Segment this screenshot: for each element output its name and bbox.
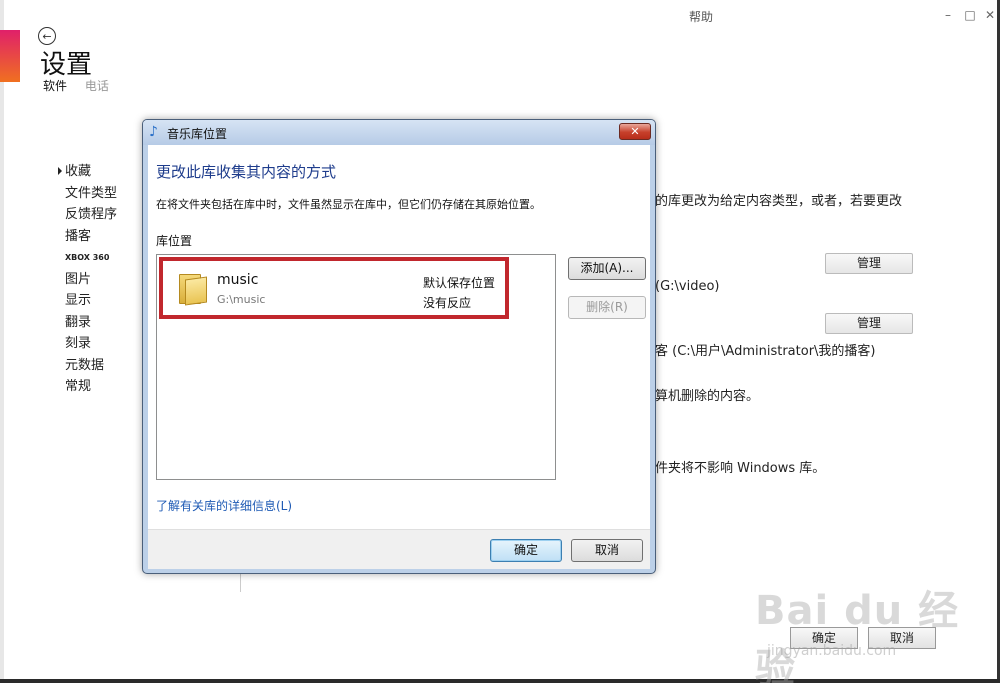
sidebar-item-rip[interactable]: 翻录 <box>58 312 117 334</box>
tab-phone[interactable]: 电话 <box>85 79 109 93</box>
default-save-location-label: 默认保存位置 <box>423 276 496 290</box>
watermark-url: jingyan.baidu.com <box>767 643 897 659</box>
app-accent-strip <box>0 30 20 82</box>
watermark: Bai du 经验 <box>755 588 960 683</box>
back-button[interactable]: ← <box>38 27 56 45</box>
music-note-icon: ♪ <box>149 124 158 140</box>
window-close-icon[interactable]: ✕ <box>982 8 998 22</box>
restore-icon[interactable]: □ <box>962 8 978 22</box>
sidebar-item-feedback[interactable]: 反馈程序 <box>58 204 117 226</box>
location-name: music <box>217 272 259 288</box>
dialog-heading: 更改此库收集其内容的方式 <box>156 163 337 181</box>
bg-library-note: 件夹将不影响 Windows 库。 <box>655 461 826 476</box>
dialog-footer: 确定 取消 <box>148 529 650 569</box>
arrow-left-icon: ← <box>42 29 52 43</box>
bg-description: 的库更改为给定内容类型，或者，若要更改 <box>655 194 903 209</box>
bg-podcast-path: 客 (C:\用户\Administrator\我的播客) <box>655 344 876 359</box>
add-button[interactable]: 添加(A)... <box>568 257 646 280</box>
page-title: 设置 <box>40 50 93 80</box>
list-item[interactable]: music G:\music 默认保存位置 没有反应 <box>161 260 507 321</box>
library-locations-list[interactable]: music G:\music 默认保存位置 没有反应 <box>156 254 556 480</box>
divider <box>240 572 241 592</box>
sidebar-item-podcasts[interactable]: 播客 <box>58 226 117 248</box>
dialog-close-button[interactable]: ✕ <box>619 123 651 140</box>
ok-button[interactable]: 确定 <box>490 539 562 562</box>
settings-sidebar: 收藏 文件类型 反馈程序 播客 XBOX 360 图片 显示 翻录 刻录 元数据… <box>58 161 117 398</box>
dialog-content: 更改此库收集其内容的方式 在将文件夹包括在库中时，文件虽然显示在库中，但它们仍存… <box>148 145 650 529</box>
sidebar-item-pictures[interactable]: 图片 <box>58 269 117 291</box>
folder-icon <box>179 274 207 306</box>
sidebar-item-file-types[interactable]: 文件类型 <box>58 183 117 205</box>
music-library-dialog: ♪ 音乐库位置 ✕ 更改此库收集其内容的方式 在将文件夹包括在库中时，文件虽然显… <box>142 119 656 574</box>
help-link[interactable]: 帮助 <box>689 8 713 25</box>
subnav: 软件 电话 <box>43 77 123 94</box>
minimize-icon[interactable]: – <box>940 8 956 22</box>
dialog-title: 音乐库位置 <box>167 127 228 141</box>
sidebar-item-xbox[interactable]: XBOX 360 <box>58 247 117 269</box>
tab-software[interactable]: 软件 <box>43 79 67 93</box>
bg-delete-note: 算机删除的内容。 <box>655 389 760 404</box>
manage-podcast-button[interactable]: 管理 <box>825 313 913 334</box>
status-note: 没有反应 <box>423 296 472 310</box>
sidebar-item-collection[interactable]: 收藏 <box>58 161 117 183</box>
dialog-description: 在将文件夹包括在库中时，文件虽然显示在库中，但它们仍存储在其原始位置。 <box>156 198 541 211</box>
sidebar-item-general[interactable]: 常规 <box>58 376 117 398</box>
bg-video-path: (G:\video) <box>655 279 720 294</box>
sidebar-item-display[interactable]: 显示 <box>58 290 117 312</box>
sidebar-item-metadata[interactable]: 元数据 <box>58 355 117 377</box>
left-edge <box>0 0 4 683</box>
location-path: G:\music <box>217 293 266 306</box>
dialog-titlebar[interactable]: ♪ 音乐库位置 ✕ <box>143 120 655 145</box>
learn-more-link[interactable]: 了解有关库的详细信息(L) <box>156 497 292 514</box>
library-locations-label: 库位置 <box>156 234 193 248</box>
remove-button[interactable]: 删除(R) <box>568 296 646 319</box>
sidebar-item-burn[interactable]: 刻录 <box>58 333 117 355</box>
cancel-button[interactable]: 取消 <box>571 539 643 562</box>
manage-video-button[interactable]: 管理 <box>825 253 913 274</box>
